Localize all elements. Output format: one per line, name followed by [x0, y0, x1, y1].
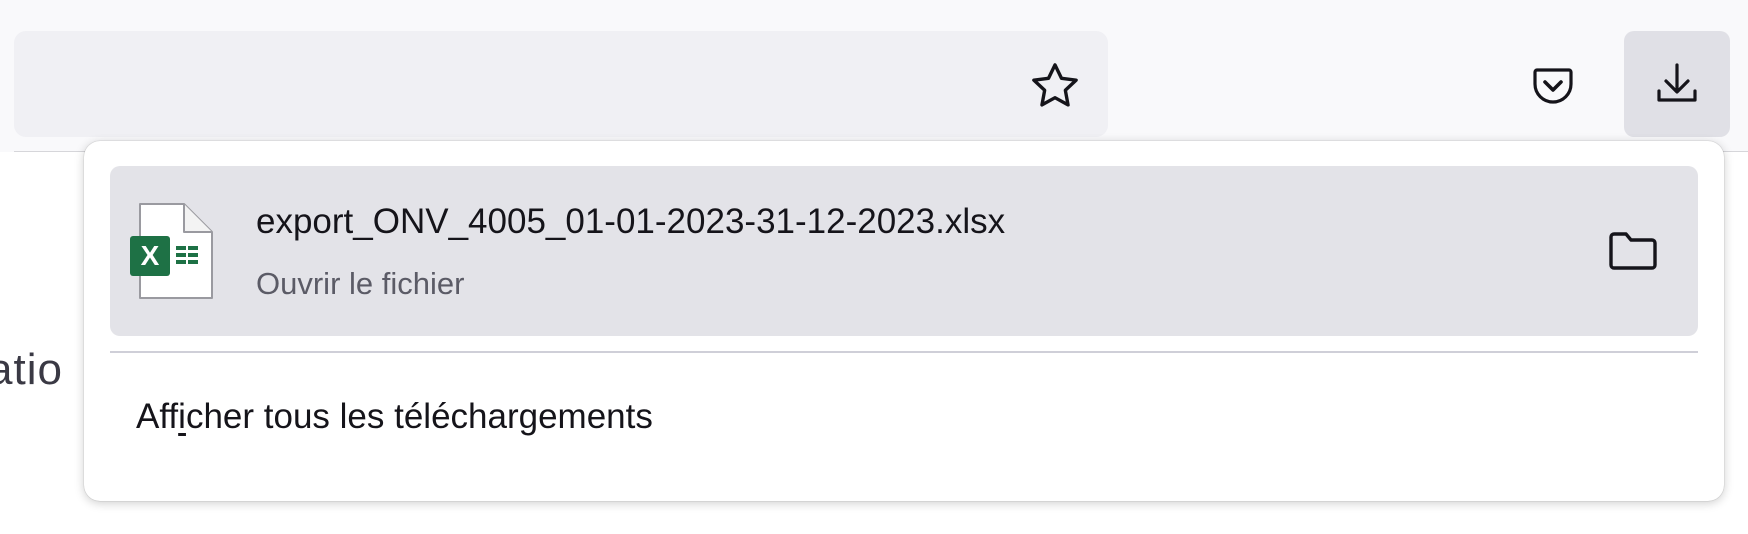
show-all-label-part: Aff — [136, 397, 179, 436]
excel-file-icon: X — [128, 202, 218, 302]
save-to-pocket-button[interactable] — [1523, 56, 1583, 116]
show-all-downloads-button[interactable]: Afficher tous les téléchargements — [110, 371, 1698, 463]
download-arrow-icon — [1657, 63, 1697, 102]
bookmark-star-button[interactable] — [1027, 58, 1083, 114]
downloads-button[interactable] — [1624, 31, 1730, 137]
browser-toolbar — [0, 0, 1748, 152]
download-item[interactable]: X export_ONV_4005_01-01-2023-31-12-2023.… — [110, 166, 1698, 336]
folder-icon — [1609, 232, 1657, 270]
show-in-folder-button[interactable] — [1598, 218, 1668, 282]
show-all-access-key: i — [178, 397, 186, 436]
page-partial-text: atio — [0, 345, 63, 394]
show-all-label-part: cher tous les téléchargements — [185, 397, 653, 436]
browser-window: atio X export_ONV_4005_01-01-2023-31-12-… — [0, 0, 1748, 534]
pocket-icon — [1533, 68, 1573, 104]
excel-badge-letter: X — [141, 240, 160, 271]
download-status: Ouvrir le fichier — [256, 266, 465, 301]
star-outline-icon — [1032, 63, 1078, 107]
panel-separator — [110, 351, 1698, 353]
download-file-name: export_ONV_4005_01-01-2023-31-12-2023.xl… — [256, 202, 1006, 241]
downloads-panel: X export_ONV_4005_01-01-2023-31-12-2023.… — [84, 141, 1724, 501]
url-bar[interactable] — [14, 31, 1108, 137]
show-all-downloads-label: Afficher tous les téléchargements — [136, 397, 653, 437]
